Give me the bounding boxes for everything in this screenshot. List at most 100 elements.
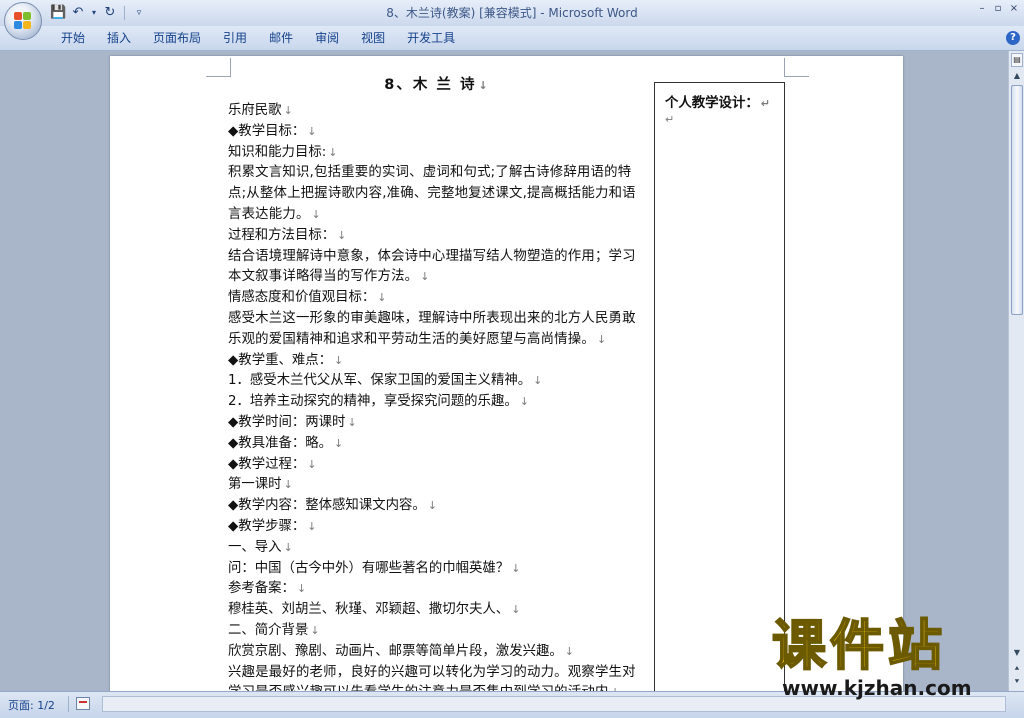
line-text: ◆教学步骤： <box>228 518 306 534</box>
line-text: 情感态度和价值观目标： <box>228 290 376 306</box>
tab-developer[interactable]: 开发工具 <box>396 26 466 50</box>
window-controls: – ▫ × <box>974 2 1022 16</box>
line-text: 过程和方法目标： <box>228 227 336 243</box>
document-line: 参考备案： ↓ <box>228 579 646 600</box>
line-text: 问：中国（古今中外）有哪些著名的巾帼英雄？ <box>228 560 510 576</box>
document-title: 8、木 兰 诗 ↓ <box>384 77 490 93</box>
line-text: 兴趣是最好的老师，良好的兴趣可以转化为学习的动力。观察学生对学习是否感兴趣可以先… <box>228 664 636 691</box>
paragraph-mark: ↓ <box>478 79 490 92</box>
document-line: ◆教学重、难点： ↓ <box>228 351 646 372</box>
watermark-text: 课件站 <box>771 614 946 678</box>
line-text: 乐府民歌 <box>228 103 282 118</box>
next-page-icon[interactable]: ⯆ <box>1011 676 1023 688</box>
side-box-title: 个人教学设计： ↵ <box>665 96 770 111</box>
document-line: ◆教学过程： ↓ <box>228 455 646 476</box>
document-line: 情感态度和价值观目标： ↓ <box>228 288 646 309</box>
office-logo-icon <box>14 12 32 30</box>
redo-icon[interactable]: ↻ <box>102 5 118 21</box>
document-line: 欣赏京剧、豫剧、动画片、邮票等简单片段，激发兴趣。 ↓ <box>228 642 646 663</box>
document-line: 结合语境理解诗中意象，体会诗中心理描写结人物塑造的作用；学习本文叙事详略得当的写… <box>228 247 646 289</box>
paragraph-mark: ↓ <box>511 603 521 617</box>
ribbon-tab-bar: 开始 插入 页面布局 引用 邮件 审阅 视图 开发工具 ? <box>0 26 1024 51</box>
paragraph-mark: ↓ <box>596 332 607 346</box>
paragraph-mark: ↓ <box>296 582 307 596</box>
document-page[interactable]: 8、木 兰 诗 ↓ 乐府民歌 ↓ ◆教学目标： ↓ 知识和能力目标: ↓ 积累文言知识,包括重… <box>110 56 903 691</box>
line-text: ◆教学过程： <box>228 456 306 472</box>
ribbon-tabs: 开始 插入 页面布局 引用 邮件 审阅 视图 开发工具 <box>50 26 466 50</box>
tab-review[interactable]: 审阅 <box>304 26 350 50</box>
paragraph-mark: ↓ <box>519 395 529 409</box>
line-text: 知识和能力目标: <box>228 144 327 160</box>
paragraph-mark: ↓ <box>283 478 293 492</box>
line-text: 二、简介背景 <box>228 622 309 638</box>
window-title: 8、木兰诗(教案) [兼容模式] - Microsoft Word <box>386 6 638 20</box>
toolbar-divider <box>124 6 125 20</box>
line-text: ◆教具准备：略。 <box>228 435 333 451</box>
document-line: ◆教学内容：整体感知课文内容。 ↓ <box>228 496 646 517</box>
status-divider <box>68 696 69 712</box>
document-line: 知识和能力目标: ↓ <box>228 143 646 164</box>
document-line: ◆教学步骤： ↓ <box>228 517 646 538</box>
line-text: 结合语境理解诗中意象，体会诗中心理描写结人物塑造的作用；学习本文叙事详略得当的写… <box>228 248 636 285</box>
scroll-thumb[interactable] <box>1011 85 1023 315</box>
document-line: ◆教学时间：两课时 ↓ <box>228 413 646 434</box>
page-number[interactable]: 页面: 1/2 <box>8 697 55 713</box>
undo-icon[interactable]: ↶ <box>70 5 86 21</box>
tab-insert[interactable]: 插入 <box>96 26 142 50</box>
previous-page-icon[interactable]: ⯅ <box>1011 663 1023 675</box>
personal-design-box[interactable]: 个人教学设计： ↵ ↵ <box>654 82 785 691</box>
line-text: ◆教学重、难点： <box>228 352 333 368</box>
scroll-up-icon[interactable]: ▲ <box>1011 69 1023 83</box>
paragraph-mark: ↓ <box>334 436 344 450</box>
document-line: 2．培养主动探究的精神，享受探究问题的乐趣。 ↓ <box>228 392 646 413</box>
tab-view[interactable]: 视图 <box>350 26 396 50</box>
paragraph-mark: ↓ <box>337 228 347 242</box>
document-line: ◆教学目标： ↓ <box>228 122 646 143</box>
save-icon[interactable]: 💾 <box>50 5 66 21</box>
paragraph-mark: ↓ <box>420 270 430 284</box>
tab-page-layout[interactable]: 页面布局 <box>142 26 212 50</box>
paragraph-mark: ↓ <box>564 644 574 658</box>
document-body[interactable]: 8、木 兰 诗 ↓ 乐府民歌 ↓ ◆教学目标： ↓ 知识和能力目标: ↓ 积累文言知识,包括重… <box>228 73 646 691</box>
paragraph-mark: ↓ <box>334 353 344 367</box>
paragraph-mark: ↓ <box>283 540 293 554</box>
minimize-icon[interactable]: – <box>974 2 990 16</box>
paragraph-mark: ↓ <box>283 104 293 117</box>
crop-mark-top-right <box>784 58 809 77</box>
document-lines: 乐府民歌 ↓ ◆教学目标： ↓ 知识和能力目标: ↓ 积累文言知识,包括重要的实词、虚词和句… <box>228 101 646 691</box>
restore-icon[interactable]: ▫ <box>990 2 1006 16</box>
document-line: 一、导入 ↓ <box>228 538 646 559</box>
ruler-toggle-icon[interactable]: ▤ <box>1011 53 1023 67</box>
tab-home[interactable]: 开始 <box>50 26 96 50</box>
document-area: 8、木 兰 诗 ↓ 乐府民歌 ↓ ◆教学目标： ↓ 知识和能力目标: ↓ 积累文言知识,包括重… <box>0 51 1008 691</box>
close-icon[interactable]: × <box>1006 2 1022 16</box>
vertical-scrollbar[interactable]: ▤ ▲ ▼ ⯅ ⯆ <box>1008 51 1024 691</box>
document-line: 第一课时 ↓ <box>228 475 646 496</box>
site-watermark: 课件站 www.kjzhan.com <box>771 614 1012 715</box>
scroll-down-icon[interactable]: ▼ <box>1011 646 1023 660</box>
document-line: 乐府民歌 ↓ <box>228 101 646 122</box>
tab-mailings[interactable]: 邮件 <box>258 26 304 50</box>
paragraph-mark: ↓ <box>427 499 437 513</box>
undo-dropdown-icon[interactable]: ▾ <box>90 5 98 21</box>
side-box-paragraph-mark: ↵ <box>665 113 675 126</box>
quick-access-toolbar: 💾 ↶ ▾ ↻ ▿ <box>50 3 147 23</box>
line-text: 积累文言知识,包括重要的实词、虚词和句式;了解古诗修辞用语的特点;从整体上把握诗… <box>228 165 636 222</box>
office-button[interactable] <box>4 2 42 40</box>
tab-references[interactable]: 引用 <box>212 26 258 50</box>
document-line: 积累文言知识,包括重要的实词、虚词和句式;了解古诗修辞用语的特点;从整体上把握诗… <box>228 163 646 225</box>
paragraph-mark: ↓ <box>533 374 543 388</box>
paragraph-mark: ↓ <box>307 519 317 533</box>
document-line: 兴趣是最好的老师，良好的兴趣可以转化为学习的动力。观察学生对学习是否感兴趣可以先… <box>228 663 646 691</box>
document-line: ◆教具准备：略。 ↓ <box>228 434 646 455</box>
proofing-icon[interactable] <box>76 697 90 710</box>
line-text: ◆教学时间：两课时 <box>228 414 346 430</box>
paragraph-mark: ↓ <box>307 457 317 471</box>
watermark-url: www.kjzhan.com <box>782 676 972 700</box>
paragraph-mark: ↓ <box>310 623 320 637</box>
customize-toolbar-icon[interactable]: ▿ <box>131 5 147 21</box>
paragraph-mark: ↓ <box>377 291 387 305</box>
help-icon[interactable]: ? <box>1006 31 1020 45</box>
paragraph-mark: ↓ <box>307 124 317 138</box>
document-line: 1．感受木兰代父从军、保家卫国的爱国主义精神。 ↓ <box>228 371 646 392</box>
